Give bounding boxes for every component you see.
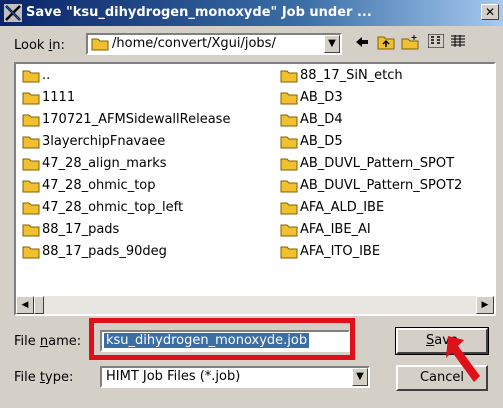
- chevron-down-icon[interactable]: ▼: [352, 368, 368, 386]
- folder-icon: [280, 246, 298, 259]
- folder-icon: [22, 136, 40, 149]
- app-icon: [4, 4, 22, 22]
- up-folder-icon[interactable]: [376, 34, 396, 54]
- current-path: /home/convert/Xgui/jobs/: [112, 36, 276, 51]
- horizontal-scrollbar[interactable]: ◀ ▶: [16, 296, 494, 314]
- scroll-left-icon[interactable]: ◀: [16, 296, 34, 314]
- close-button[interactable]: ✕: [481, 4, 499, 20]
- file-type-select[interactable]: HIMT Job Files (*.job) ▼: [100, 366, 370, 388]
- highlight-box: [89, 318, 355, 360]
- folder-icon: [22, 114, 40, 127]
- file-list[interactable]: .. 1111 170721_AFMSidewallRelease 3layer…: [14, 62, 496, 316]
- folder-icon: [22, 202, 40, 215]
- folder-icon: [22, 92, 40, 105]
- folder-icon: [91, 38, 109, 51]
- folder-icon: [280, 92, 298, 105]
- folder-icon: [280, 224, 298, 237]
- scroll-right-icon[interactable]: ▶: [476, 296, 494, 314]
- folder-icon: [22, 224, 40, 237]
- folder-icon: [280, 180, 298, 193]
- look-in-combo[interactable]: /home/convert/Xgui/jobs/ ▼: [86, 33, 342, 55]
- folder-icon: [280, 202, 298, 215]
- back-arrow-icon[interactable]: [352, 34, 372, 54]
- look-in-label: Look in:: [14, 38, 65, 53]
- file-name-label: File name:: [14, 334, 82, 349]
- folder-icon: [22, 246, 40, 259]
- folder-icon: [280, 70, 298, 83]
- chevron-down-icon[interactable]: ▼: [324, 35, 340, 53]
- folder-icon: [22, 180, 40, 193]
- title-bar: Save "ksu_dihydrogen_monoxyde" Job under…: [0, 0, 503, 26]
- list-view-icon[interactable]: [426, 33, 446, 54]
- file-type-value: HIMT Job Files (*.job): [106, 369, 241, 384]
- details-view-icon[interactable]: [448, 34, 468, 54]
- new-folder-icon[interactable]: [400, 34, 420, 54]
- folder-icon: [280, 136, 298, 149]
- folder-icon: [280, 158, 298, 171]
- window-title: Save "ksu_dihydrogen_monoxyde" Job under…: [26, 5, 372, 20]
- scroll-thumb[interactable]: [34, 296, 44, 314]
- folder-icon: [280, 114, 298, 127]
- file-type-label: File type:: [14, 370, 74, 385]
- pointer-arrow-icon: [446, 336, 480, 382]
- folder-icon: [22, 158, 40, 171]
- folder-icon: [22, 70, 40, 83]
